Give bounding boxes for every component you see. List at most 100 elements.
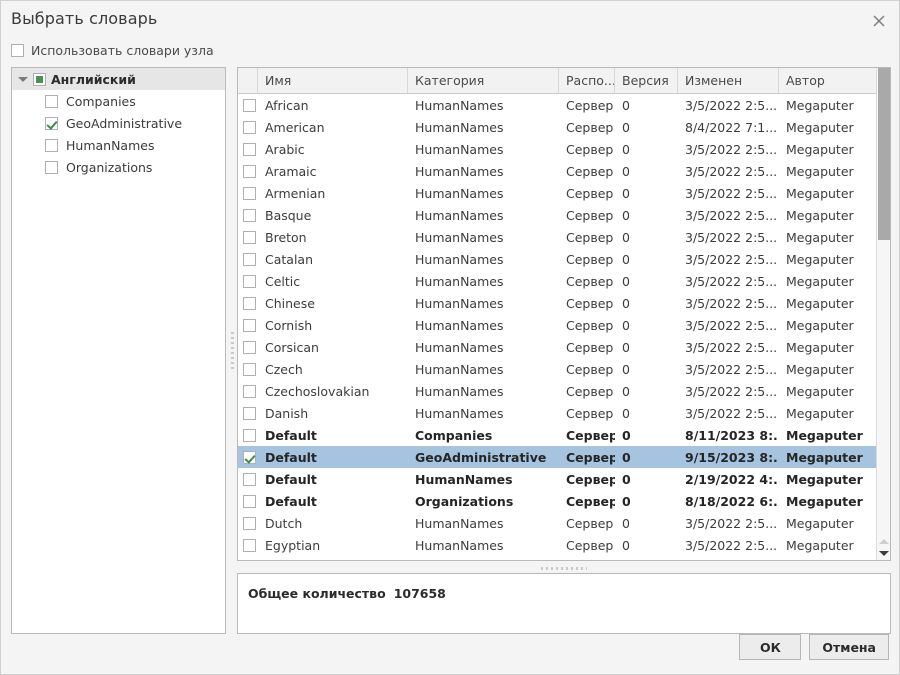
cell-name: Aramaic — [265, 163, 317, 179]
table-row[interactable]: Catalan HumanNames Сервер 0 3/5/2022 2:5... M… — [238, 248, 890, 270]
cell-author: Megaputer — [786, 207, 854, 223]
scroll-up-icon[interactable] — [879, 536, 889, 546]
row-checkbox[interactable] — [243, 164, 256, 178]
column-header-name[interactable]: Имя — [258, 68, 408, 93]
cell-checkbox[interactable] — [238, 142, 258, 156]
table-row[interactable]: Czech HumanNames Сервер 0 3/5/2022 2:5... Meg… — [238, 358, 890, 380]
table-row[interactable]: Cornish HumanNames Сервер 0 3/5/2022 2:5... M… — [238, 314, 890, 336]
cell-name: Default — [265, 427, 317, 443]
row-checkbox[interactable] — [243, 186, 256, 200]
column-header-version[interactable]: Версия — [615, 68, 678, 93]
cell-checkbox[interactable] — [238, 494, 258, 508]
cell-checkbox[interactable] — [238, 230, 258, 244]
cell-checkbox[interactable] — [238, 450, 258, 464]
table-row[interactable]: Basque HumanNames Сервер 0 3/5/2022 2:5... Me… — [238, 204, 890, 226]
row-checkbox[interactable] — [243, 318, 256, 332]
table-row[interactable]: Celtic HumanNames Сервер 0 3/5/2022 2:5... Me… — [238, 270, 890, 292]
cell-checkbox[interactable] — [238, 472, 258, 486]
tree-item-checkbox[interactable] — [45, 138, 58, 152]
table-row[interactable]: Armenian HumanNames Сервер 0 3/5/2022 2:5...… — [238, 182, 890, 204]
row-checkbox[interactable] — [243, 98, 256, 112]
cell-checkbox[interactable] — [238, 274, 258, 288]
column-header-author[interactable]: Автор — [779, 68, 879, 93]
tree-item[interactable]: GeoAdministrative — [12, 112, 225, 134]
cell-checkbox[interactable] — [238, 516, 258, 530]
row-checkbox[interactable] — [243, 516, 256, 530]
table-row[interactable]: Default Organizations Сервер 0 8/18/2022 6:.… — [238, 490, 890, 512]
column-header-category[interactable]: Категория — [408, 68, 559, 93]
cell-checkbox[interactable] — [238, 538, 258, 552]
cell-checkbox[interactable] — [238, 186, 258, 200]
cell-checkbox[interactable] — [238, 362, 258, 376]
table-row[interactable]: Chinese HumanNames Сервер 0 3/5/2022 2:5... M… — [238, 292, 890, 314]
row-checkbox[interactable] — [243, 252, 256, 266]
chevron-down-icon[interactable] — [18, 74, 28, 84]
row-checkbox[interactable] — [243, 120, 256, 134]
table-row[interactable]: Default GeoAdministrative Сервер 0 9/15/2023… — [238, 446, 890, 468]
table-row[interactable]: African HumanNames Сервер 0 3/5/2022 2:5... M… — [238, 94, 890, 116]
column-header-checkbox[interactable] — [238, 68, 258, 93]
scrollbar-thumb[interactable] — [878, 68, 890, 240]
table-row[interactable]: Default HumanNames Сервер 0 2/19/2022 4:... M… — [238, 468, 890, 490]
cell-checkbox[interactable] — [238, 428, 258, 442]
cell-checkbox[interactable] — [238, 164, 258, 178]
use-node-dictionaries-row[interactable]: Использовать словари узла — [11, 43, 214, 58]
row-checkbox[interactable] — [243, 274, 256, 288]
column-header-location[interactable]: Распо... — [559, 68, 615, 93]
cell-checkbox[interactable] — [238, 120, 258, 134]
tree-item-checkbox[interactable] — [45, 116, 58, 130]
use-node-dictionaries-checkbox[interactable] — [11, 44, 24, 57]
cell-location: Сервер — [566, 229, 614, 245]
cell-checkbox[interactable] — [238, 318, 258, 332]
cancel-button[interactable]: Отмена — [809, 634, 889, 660]
row-checkbox[interactable] — [243, 296, 256, 310]
dictionary-tree-panel[interactable]: Английский Companies GeoAdministrative Hum… — [11, 67, 226, 634]
row-checkbox[interactable] — [243, 406, 256, 420]
row-checkbox[interactable] — [243, 340, 256, 354]
column-header-modified[interactable]: Изменен — [678, 68, 779, 93]
horizontal-splitter[interactable] — [237, 563, 891, 573]
close-icon[interactable] — [865, 9, 893, 33]
table-row[interactable]: Aramaic HumanNames Сервер 0 3/5/2022 2:5... M… — [238, 160, 890, 182]
row-checkbox[interactable] — [243, 362, 256, 376]
table-row[interactable]: Danish HumanNames Сервер 0 3/5/2022 2:5... Me… — [238, 402, 890, 424]
row-checkbox[interactable] — [243, 428, 256, 442]
cell-checkbox[interactable] — [238, 208, 258, 222]
row-checkbox[interactable] — [243, 538, 256, 552]
vertical-splitter[interactable] — [229, 67, 235, 634]
row-checkbox[interactable] — [243, 208, 256, 222]
tree-item-checkbox[interactable] — [45, 94, 58, 108]
row-checkbox[interactable] — [243, 142, 256, 156]
tree-root-item[interactable]: Английский — [12, 68, 225, 90]
tree-root-checkbox[interactable] — [33, 72, 46, 86]
cell-checkbox[interactable] — [238, 340, 258, 354]
row-checkbox[interactable] — [243, 384, 256, 398]
table-vertical-scrollbar[interactable] — [876, 68, 890, 560]
cell-author: Megaputer — [786, 339, 854, 355]
table-row[interactable]: Default Companies Сервер 0 8/11/2023 8:... Me… — [238, 424, 890, 446]
cell-checkbox[interactable] — [238, 406, 258, 420]
table-row[interactable]: Czechoslovakian HumanNames Сервер 0 3/5/2022… — [238, 380, 890, 402]
cell-location: Сервер — [566, 119, 614, 135]
table-row[interactable]: Corsican HumanNames Сервер 0 3/5/2022 2:5...… — [238, 336, 890, 358]
table-row[interactable]: Egyptian HumanNames Сервер 0 3/5/2022 2:5...… — [238, 534, 890, 556]
tree-item[interactable]: Organizations — [12, 156, 225, 178]
tree-item-checkbox[interactable] — [45, 160, 58, 174]
cell-checkbox[interactable] — [238, 296, 258, 310]
scroll-down-icon[interactable] — [879, 548, 889, 558]
cell-checkbox[interactable] — [238, 252, 258, 266]
table-row[interactable]: American HumanNames Сервер 0 8/4/2022 7:1...… — [238, 116, 890, 138]
row-checkbox[interactable] — [243, 450, 256, 464]
dictionary-table-panel[interactable]: Имя Категория Распо... Версия Изменен Ав… — [237, 67, 891, 561]
row-checkbox[interactable] — [243, 230, 256, 244]
table-row[interactable]: Arabic HumanNames Сервер 0 3/5/2022 2:5... Me… — [238, 138, 890, 160]
cell-checkbox[interactable] — [238, 384, 258, 398]
table-row[interactable]: Dutch HumanNames Сервер 0 3/5/2022 2:5... Meg… — [238, 512, 890, 534]
row-checkbox[interactable] — [243, 472, 256, 486]
table-row[interactable]: Breton HumanNames Сервер 0 3/5/2022 2:5... Me… — [238, 226, 890, 248]
cell-checkbox[interactable] — [238, 98, 258, 112]
row-checkbox[interactable] — [243, 494, 256, 508]
tree-item[interactable]: HumanNames — [12, 134, 225, 156]
ok-button[interactable]: ОК — [739, 634, 802, 660]
tree-item[interactable]: Companies — [12, 90, 225, 112]
